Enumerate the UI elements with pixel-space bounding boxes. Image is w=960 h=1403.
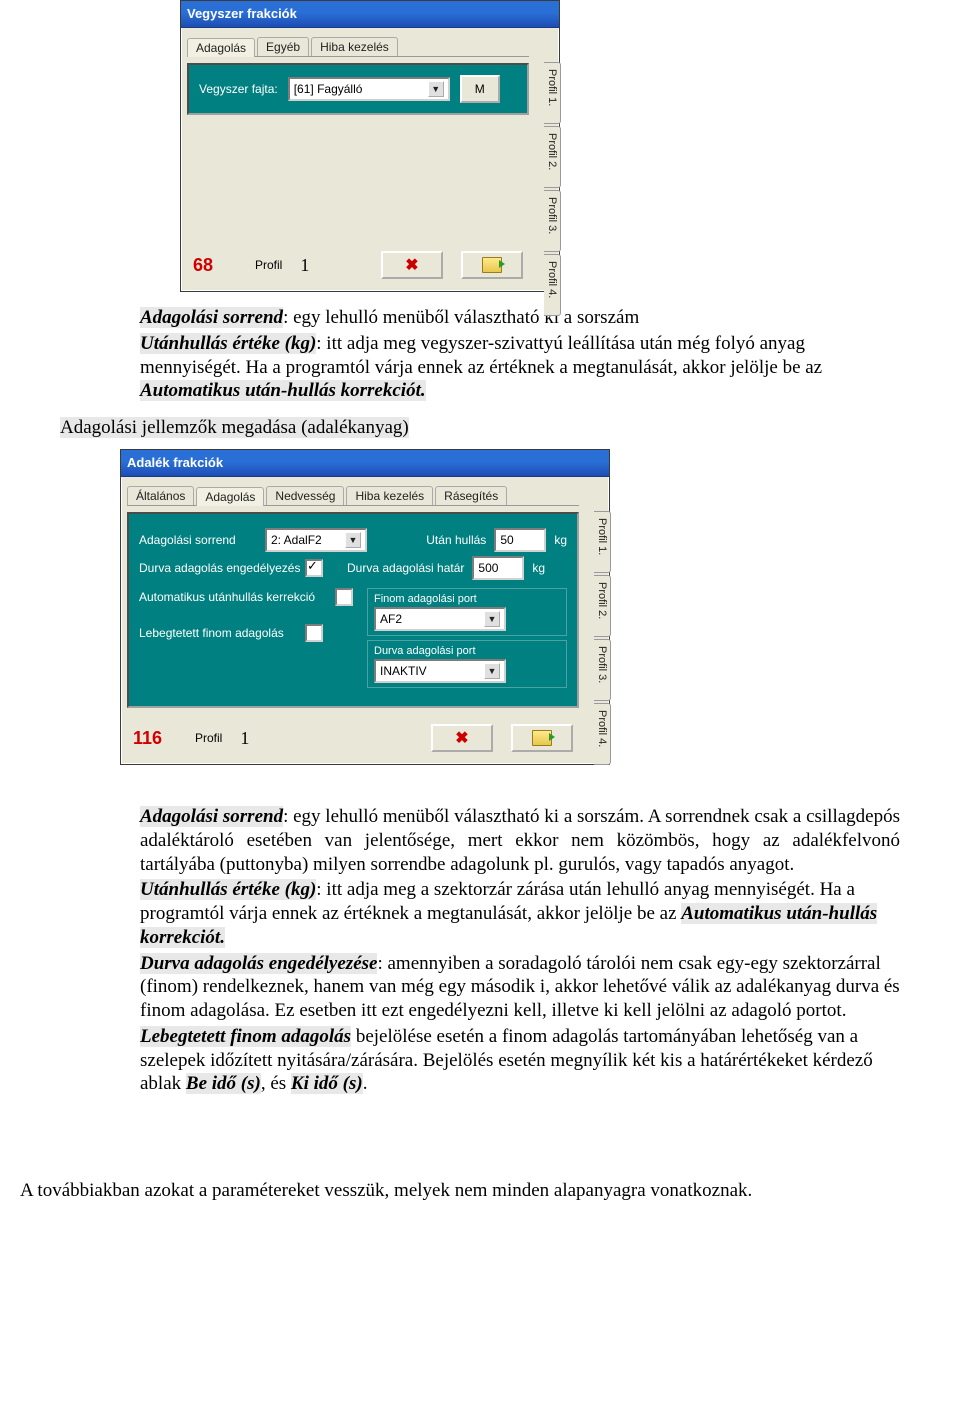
- term-adagolasi-sorrend: Adagolási sorrend: [140, 307, 283, 328]
- tab-adagolas[interactable]: Adagolás: [187, 38, 255, 57]
- label-durva-port: Durva adagolási port: [374, 645, 560, 657]
- footer-number: 68: [193, 255, 237, 276]
- tab-egyeb[interactable]: Egyéb: [257, 37, 309, 56]
- panel-adagolas: Adagolási sorrend 2: AdalF2 ▼ Után hullá…: [127, 512, 579, 708]
- select-adag-sorrend[interactable]: 2: AdalF2 ▼: [265, 528, 367, 552]
- term-utanhullas: Utánhullás értéke (kg): [140, 333, 316, 354]
- footer-profil-label: Profil: [255, 258, 282, 272]
- term-ki-ido: Ki idő (s): [291, 1073, 363, 1094]
- subpanel-finom-port: Finom adagolási port AF2 ▼: [367, 588, 567, 636]
- select-vegyszer-fajta[interactable]: [61] Fagyálló ▼: [288, 77, 450, 101]
- checkbox-lebeg[interactable]: [305, 624, 323, 642]
- term-utanhullas-2: Utánhullás értéke (kg): [140, 879, 316, 900]
- unit-kg: kg: [554, 533, 567, 547]
- select-value: [61] Fagyálló: [294, 80, 363, 98]
- close-icon: ✖: [455, 728, 468, 748]
- label-finom-port: Finom adagolási port: [374, 593, 560, 605]
- label-lebeg: Lebegtetett finom adagolás: [139, 626, 297, 640]
- chevron-down-icon: ▼: [484, 663, 500, 679]
- select-finom-port[interactable]: AF2 ▼: [374, 607, 506, 631]
- label-auto-korr: Automatikus utánhullás kerrekció: [139, 590, 327, 604]
- dialog-adalek-frakciok: Adalék frakciók Általános Adagolás Nedve…: [120, 449, 610, 765]
- paragraph-2: Adagolási sorrend: egy lehulló menüből v…: [140, 805, 900, 1096]
- term-auto-korr: Automatikus után-hullás korrekciót.: [140, 380, 426, 401]
- cancel-button[interactable]: ✖: [381, 251, 443, 279]
- footer-number: 116: [133, 728, 177, 749]
- folder-open-icon: [532, 730, 552, 746]
- footer-profil-value: 1: [240, 728, 249, 749]
- m-button[interactable]: M: [460, 75, 500, 103]
- term-adag-sorrend-2: Adagolási sorrend: [140, 806, 283, 827]
- open-button[interactable]: [461, 251, 523, 279]
- tab-adagolas[interactable]: Adagolás: [196, 487, 264, 506]
- tab-hiba-kezeles[interactable]: Hiba kezelés: [346, 486, 433, 505]
- footer-profil-value: 1: [300, 255, 309, 276]
- dialog-title: Vegyszer frakciók: [181, 1, 559, 28]
- input-utan-hullas[interactable]: [494, 528, 546, 552]
- dialog-title: Adalék frakciók: [121, 450, 609, 477]
- label-vegyszer-fajta: Vegyszer fajta:: [199, 82, 278, 96]
- term-lebeg: Lebegtetett finom adagolás: [140, 1026, 351, 1047]
- side-tab-profil-3[interactable]: Profil 3.: [594, 639, 611, 701]
- panel-vegyszer-fajta: Vegyszer fajta: [61] Fagyálló ▼ M: [187, 63, 529, 115]
- close-icon: ✖: [405, 255, 418, 275]
- dialog-vegyszer-frakciok: Vegyszer frakciók Adagolás Egyéb Hiba ke…: [180, 0, 560, 292]
- label-durva-hatar: Durva adagolási határ: [347, 561, 464, 575]
- cancel-button[interactable]: ✖: [431, 724, 493, 752]
- tab-nedvesseg[interactable]: Nedvesség: [266, 486, 344, 505]
- side-tab-profil-2[interactable]: Profil 2.: [544, 126, 561, 188]
- side-tab-profil-1[interactable]: Profil 1.: [594, 511, 611, 573]
- tabstrip: Általános Adagolás Nedvesség Hiba kezelé…: [127, 483, 579, 506]
- open-button[interactable]: [511, 724, 573, 752]
- folder-open-icon: [482, 257, 502, 273]
- subpanel-durva-port: Durva adagolási port INAKTIV ▼: [367, 640, 567, 688]
- side-tab-profil-4[interactable]: Profil 4.: [594, 703, 611, 765]
- tabstrip: Adagolás Egyéb Hiba kezelés: [187, 34, 529, 57]
- label-durva-enged: Durva adagolás engedélyezés: [139, 561, 297, 575]
- label-adag-sorrend: Adagolási sorrend: [139, 533, 257, 547]
- dialog-footer: 116 Profil 1 ✖: [127, 720, 579, 756]
- side-tabs: Profil 1. Profil 2. Profil 3. Profil 4.: [544, 62, 561, 316]
- chevron-down-icon: ▼: [428, 81, 444, 97]
- side-tab-profil-2[interactable]: Profil 2.: [594, 575, 611, 637]
- paragraph-1: Adagolási sorrend: egy lehulló menüből v…: [140, 306, 900, 403]
- tab-hiba-kezeles[interactable]: Hiba kezelés: [311, 37, 398, 56]
- side-tabs: Profil 1. Profil 2. Profil 3. Profil 4.: [594, 511, 611, 765]
- side-tab-profil-3[interactable]: Profil 3.: [544, 190, 561, 252]
- input-durva-hatar[interactable]: [472, 556, 524, 580]
- tab-rasegites[interactable]: Rásegítés: [435, 486, 507, 505]
- term-durva-enged: Durva adagolás engedélyezése: [140, 953, 377, 974]
- footer-profil-label: Profil: [195, 731, 222, 745]
- side-tab-profil-1[interactable]: Profil 1.: [544, 62, 561, 124]
- checkbox-auto-korr[interactable]: [335, 588, 353, 606]
- select-durva-port[interactable]: INAKTIV ▼: [374, 659, 506, 683]
- chevron-down-icon: ▼: [484, 611, 500, 627]
- bottom-paragraph: A továbbiakban azokat a paramétereket ve…: [0, 1180, 960, 1222]
- tab-altalanos[interactable]: Általános: [127, 486, 194, 505]
- dialog-footer: 68 Profil 1 ✖: [187, 247, 529, 283]
- chevron-down-icon: ▼: [345, 532, 361, 548]
- side-tab-profil-4[interactable]: Profil 4.: [544, 254, 561, 316]
- checkbox-durva-enged[interactable]: [305, 559, 323, 577]
- unit-kg-2: kg: [532, 561, 545, 575]
- term-be-ido: Be idő (s): [186, 1073, 261, 1094]
- heading-adalekanyag: Adagolási jellemzők megadása (adalékanya…: [60, 417, 900, 439]
- label-utan-hullas: Után hullás: [426, 533, 486, 547]
